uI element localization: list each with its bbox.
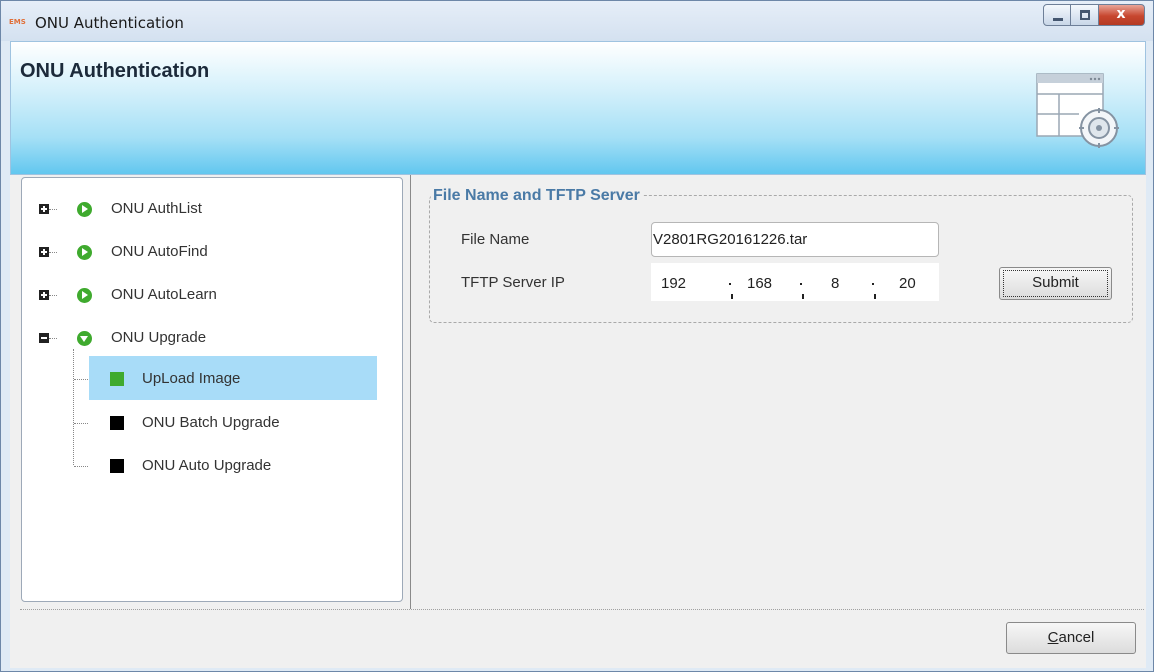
ip-separator <box>729 283 731 285</box>
close-icon: x <box>1116 6 1126 22</box>
ip-separator <box>800 283 802 285</box>
tree-item-onu-autolearn[interactable]: ONU AutoLearn <box>22 278 402 310</box>
window-controls: x <box>1043 4 1145 26</box>
expand-plus-icon[interactable] <box>39 290 49 300</box>
page-title: ONU Authentication <box>20 60 210 82</box>
cancel-mnemonic: C <box>1047 629 1059 646</box>
window-settings-icon <box>1036 73 1119 148</box>
tree-connector <box>49 252 57 253</box>
file-name-value: V2801RG20161226.tar <box>653 231 808 248</box>
play-circle-icon <box>77 202 92 217</box>
tree-item-label: UpLoad Image <box>142 370 241 387</box>
file-name-input[interactable]: V2801RG20161226.tar <box>651 222 939 257</box>
ip-field-mark <box>874 294 876 299</box>
cancel-button[interactable]: Cancel <box>1006 622 1136 654</box>
window-title: ONU Authentication <box>35 14 184 32</box>
tree-item-label: ONU Batch Upgrade <box>142 414 280 431</box>
ip-separator <box>872 283 874 285</box>
focus-ring <box>1003 270 1108 297</box>
maximize-icon <box>1080 10 1090 20</box>
tftp-server-ip-input[interactable]: 192 168 8 20 <box>651 263 939 301</box>
expand-plus-icon[interactable] <box>39 204 49 214</box>
ip-octet-1[interactable]: 192 <box>661 275 686 292</box>
tree-connector <box>74 379 88 380</box>
tree-item-onu-batch-upgrade[interactable]: ONU Batch Upgrade <box>22 406 402 438</box>
submit-button[interactable]: Submit <box>999 267 1112 300</box>
tree-item-onu-authlist[interactable]: ONU AuthList <box>22 192 402 224</box>
cancel-label: ancel <box>1058 629 1095 646</box>
ip-octet-4[interactable]: 20 <box>899 275 916 292</box>
header-banner: ONU Authentication <box>10 41 1146 175</box>
ip-field-mark <box>802 294 804 299</box>
group-title: File Name and TFTP Server <box>431 187 642 205</box>
panel-divider[interactable] <box>410 175 411 609</box>
footer-divider <box>20 609 1144 610</box>
black-square-icon <box>110 416 124 430</box>
tftp-server-ip-label: TFTP Server IP <box>461 274 565 291</box>
dialog-footer <box>10 611 1146 668</box>
tree-item-onu-autofind[interactable]: ONU AutoFind <box>22 235 402 267</box>
file-name-label: File Name <box>461 231 530 248</box>
black-square-icon <box>110 459 124 473</box>
tree-item-label: ONU AutoLearn <box>111 286 217 303</box>
tree-item-onu-upgrade[interactable]: ONU Upgrade <box>22 321 402 353</box>
play-circle-icon <box>77 245 92 260</box>
tree-item-onu-auto-upgrade[interactable]: ONU Auto Upgrade <box>22 449 402 481</box>
minimize-button[interactable] <box>1043 4 1071 26</box>
file-tftp-group <box>429 195 1133 323</box>
title-bar[interactable]: EMS ONU Authentication x <box>1 1 1153 41</box>
tree-connector <box>74 466 88 467</box>
collapse-minus-icon[interactable] <box>39 333 49 343</box>
expand-plus-icon[interactable] <box>39 247 49 257</box>
tree-connector <box>49 295 57 296</box>
ip-field-mark <box>731 294 733 299</box>
close-button[interactable]: x <box>1099 4 1145 26</box>
minimize-icon <box>1053 18 1063 21</box>
tree-item-upload-image[interactable]: UpLoad Image <box>22 362 402 394</box>
tree-item-label: ONU Auto Upgrade <box>142 457 272 474</box>
tree-item-label: ONU AuthList <box>111 200 202 217</box>
content-area: ONU AuthList ONU AutoFind ONU AutoLearn <box>10 175 1146 611</box>
play-circle-icon <box>77 288 92 303</box>
ip-octet-3[interactable]: 8 <box>831 275 839 292</box>
navigation-tree: ONU AuthList ONU AutoFind ONU AutoLearn <box>21 177 403 602</box>
ip-octet-2[interactable]: 168 <box>747 275 772 292</box>
down-circle-icon <box>77 331 92 346</box>
app-logo-icon: EMS <box>9 18 26 26</box>
tree-connector <box>74 423 88 424</box>
tree-connector <box>49 209 57 210</box>
maximize-button[interactable] <box>1071 4 1099 26</box>
green-square-icon <box>110 372 124 386</box>
tree-connector <box>49 338 57 339</box>
tree-item-label: ONU Upgrade <box>111 329 207 346</box>
main-window: EMS ONU Authentication x ONU Authenticat… <box>0 0 1154 672</box>
tree-item-label: ONU AutoFind <box>111 243 208 260</box>
